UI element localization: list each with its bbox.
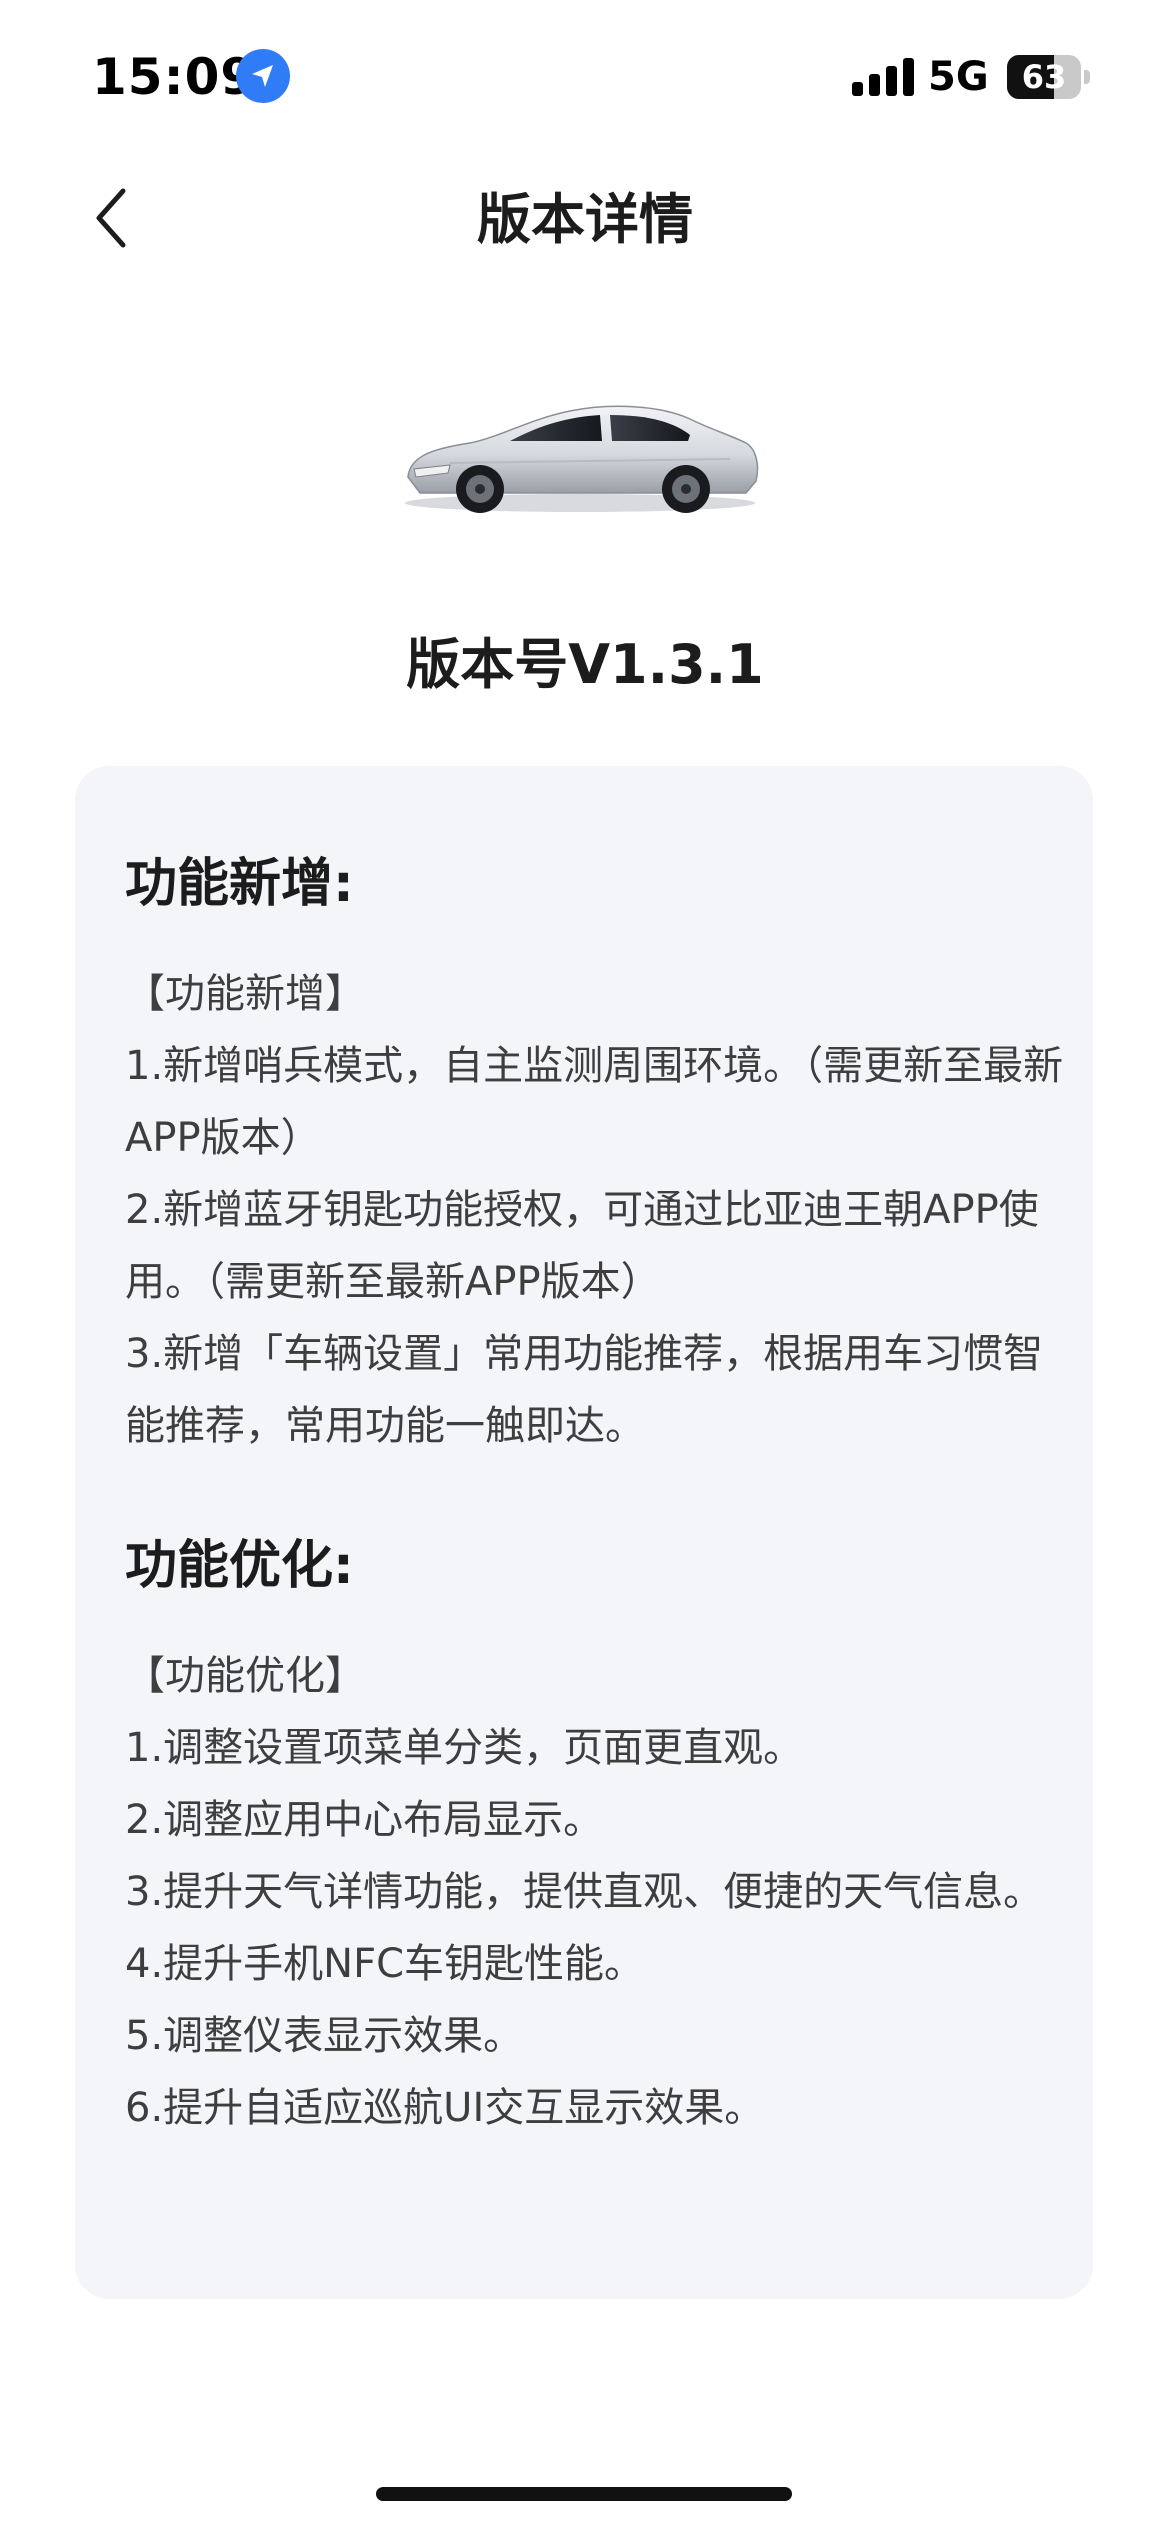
note-line: 1.调整设置项菜单分类，页面更直观。 — [125, 1725, 804, 1771]
location-arrow-icon — [236, 49, 290, 103]
note-line: 3.新增「车辆设置」常用功能推荐，根据用车习惯智能推荐，常用功能一触即达。 — [125, 1331, 1044, 1449]
note-line: 2.调整应用中心布局显示。 — [125, 1797, 604, 1843]
note-line: 4.提升手机NFC车钥匙性能。 — [125, 1941, 645, 1987]
battery-icon: 63 — [1007, 55, 1091, 99]
status-bar: 15:09 5G 63 — [0, 0, 1170, 150]
note-line: 2.新增蓝牙钥匙功能授权，可通过比亚迪王朝APP使用。（需更新至最新APP版本） — [125, 1187, 1039, 1305]
note-line: 1.新增哨兵模式，自主监测周围环境。（需更新至最新APP版本） — [125, 1043, 1064, 1161]
home-indicator[interactable] — [376, 2487, 792, 2501]
note-line: 【功能新增】 — [125, 971, 365, 1017]
chevron-left-icon — [96, 188, 126, 248]
note-line: 6.提升自适应巡航UI交互显示效果。 — [125, 2085, 765, 2131]
section-body-new-features: 【功能新增】 1.新增哨兵模式，自主监测周围环境。（需更新至最新APP版本） 2… — [125, 958, 1065, 1462]
release-notes-card: 功能新增: 【功能新增】 1.新增哨兵模式，自主监测周围环境。（需更新至最新AP… — [75, 766, 1093, 2299]
cellular-signal-icon — [852, 58, 914, 96]
section-heading-new-features: 功能新增: — [125, 854, 354, 914]
note-line: 【功能优化】 — [125, 1653, 365, 1699]
page-title: 版本详情 — [477, 188, 693, 251]
note-line: 3.提升天气详情功能，提供直观、便捷的天气信息。 — [125, 1869, 1044, 1915]
release-notes-content: 功能新增: 【功能新增】 1.新增哨兵模式，自主监测周围环境。（需更新至最新AP… — [125, 844, 1065, 2144]
section-body-optimizations: 【功能优化】 1.调整设置项菜单分类，页面更直观。 2.调整应用中心布局显示。 … — [125, 1640, 1065, 2144]
network-type: 5G — [928, 54, 989, 100]
car-image — [405, 405, 759, 513]
back-button[interactable] — [76, 176, 146, 260]
status-time: 15:09 — [92, 48, 257, 106]
version-title: 版本号V1.3.1 — [406, 633, 764, 696]
note-line: 5.调整仪表显示效果。 — [125, 2013, 524, 2059]
battery-level: 63 — [1021, 58, 1067, 96]
section-heading-optimizations: 功能优化: — [125, 1536, 354, 1596]
